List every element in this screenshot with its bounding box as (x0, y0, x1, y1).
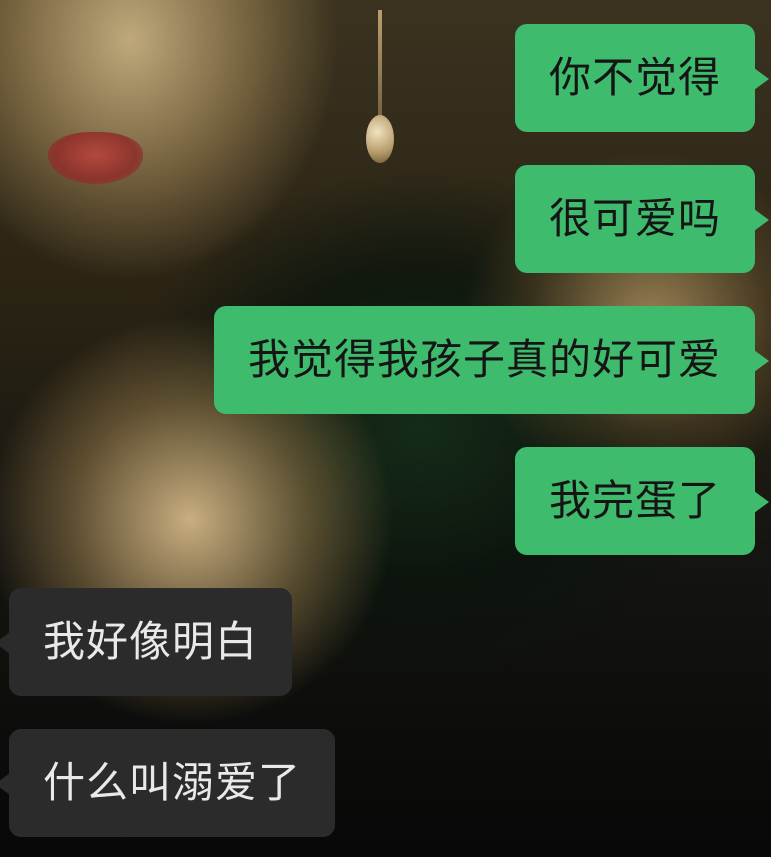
message-row: 很可爱吗 (514, 165, 770, 273)
outgoing-message-bubble[interactable]: 我完蛋了 (514, 447, 770, 555)
message-text: 我好像明白 (43, 617, 259, 666)
message-text: 你不觉得 (548, 53, 721, 102)
incoming-message-bubble[interactable]: 什么叫溺爱了 (0, 729, 336, 837)
outgoing-message-bubble[interactable]: 很可爱吗 (514, 165, 770, 273)
message-row: 我觉得我孩子真的好可爱 (213, 306, 770, 414)
background-earring-detail (378, 10, 382, 120)
incoming-message-bubble[interactable]: 我好像明白 (0, 588, 293, 696)
background-pearl-detail (366, 115, 394, 163)
message-row: 你不觉得 (514, 24, 770, 132)
outgoing-message-bubble[interactable]: 我觉得我孩子真的好可爱 (213, 306, 770, 414)
message-text: 什么叫溺爱了 (43, 758, 302, 807)
message-text: 很可爱吗 (548, 194, 721, 243)
message-row: 什么叫溺爱了 (0, 729, 336, 837)
background-figure-detail (48, 132, 143, 184)
message-text: 我完蛋了 (548, 476, 721, 525)
message-row: 我完蛋了 (514, 447, 770, 555)
message-text: 我觉得我孩子真的好可爱 (247, 335, 721, 384)
message-row: 我好像明白 (0, 588, 293, 696)
chat-window: 你不觉得 很可爱吗 我觉得我孩子真的好可爱 我完蛋了 我好像明白 什么叫溺爱了 (0, 0, 771, 857)
outgoing-message-bubble[interactable]: 你不觉得 (514, 24, 770, 132)
